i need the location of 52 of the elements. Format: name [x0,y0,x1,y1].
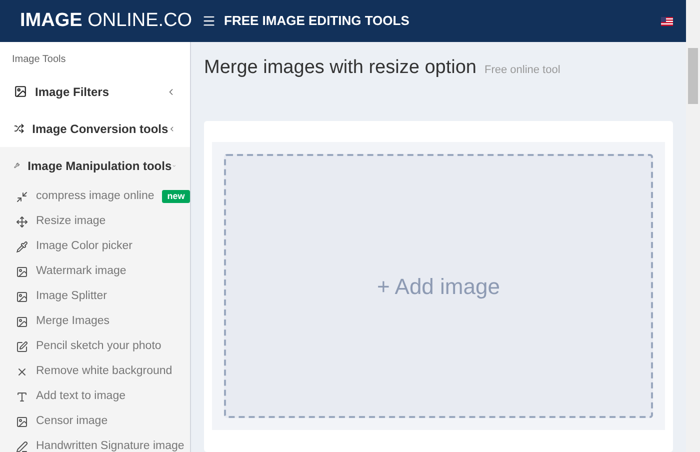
sidebar-heading: Image Tools [11,53,67,67]
sidebar-item[interactable]: Censor image [0,409,190,434]
group-label: Image Conversion tools [32,120,168,138]
edit-icon [16,340,28,352]
sidebar-item[interactable]: Merge Images [0,309,190,334]
sidebar-item[interactable]: Pencil sketch your photo [0,334,190,359]
image-icon [16,416,28,428]
image-icon [14,85,27,98]
item-label: compress image online [36,188,154,204]
item-label: Resize image [36,214,106,229]
add-image-dropzone[interactable]: + Add image [224,154,653,418]
chevron-left-icon [168,124,176,134]
group-label: Image Filters [35,84,110,100]
item-label: Add text to image [36,388,126,404]
sidebar-item[interactable]: compress image online new [0,184,190,209]
image-icon [16,316,28,328]
scrollbar[interactable] [686,0,700,452]
menu-icon[interactable] [202,14,216,28]
item-label: Handwritten Signature image [36,438,184,452]
dropzone-label: + Add image [377,272,500,301]
text-icon [16,390,28,402]
item-label: Image Color picker [36,238,133,254]
item-label: Pencil sketch your photo [36,338,162,354]
image-icon [16,266,28,278]
sidebar-item[interactable]: Image Color picker [0,234,190,259]
new-badge: new [162,190,190,203]
sidebar-item[interactable]: Image Splitter [0,284,190,309]
shuffle-icon [14,122,24,135]
image-icon [16,290,28,302]
sidebar-item[interactable]: Remove white background [0,359,190,384]
sidebar-item[interactable]: Watermark image [0,259,190,284]
sidebar-item[interactable]: Add text to image [0,384,190,409]
item-label: Merge Images [36,314,110,329]
eyedropper-icon [16,240,28,252]
header-title: FREE IMAGE EDITING TOOLS [224,12,410,30]
page-subtitle: Free online tool [484,63,560,78]
item-label: Image Splitter [36,288,107,304]
item-label: Remove white background [36,364,172,379]
sidebar-group[interactable]: Image Conversion tools [0,110,190,147]
page-title: Merge images with resize option [204,56,476,80]
flag-icon[interactable] [661,16,673,26]
move-arrows-icon [16,216,28,228]
sidebar-item[interactable]: Resize image [0,209,190,234]
sidebar-group[interactable]: Image Filters [0,73,190,110]
sidebar-item[interactable]: Handwritten Signature image [0,434,190,452]
site-logo[interactable]: IMAGE ONLINE.CO [0,6,190,36]
item-label: Watermark image [36,264,126,279]
pencil-icon [16,440,28,452]
x-icon [16,366,28,378]
group-label: Image Manipulation tools [28,158,172,174]
compress-arrows-icon [16,190,28,202]
item-label: Censor image [36,414,108,429]
